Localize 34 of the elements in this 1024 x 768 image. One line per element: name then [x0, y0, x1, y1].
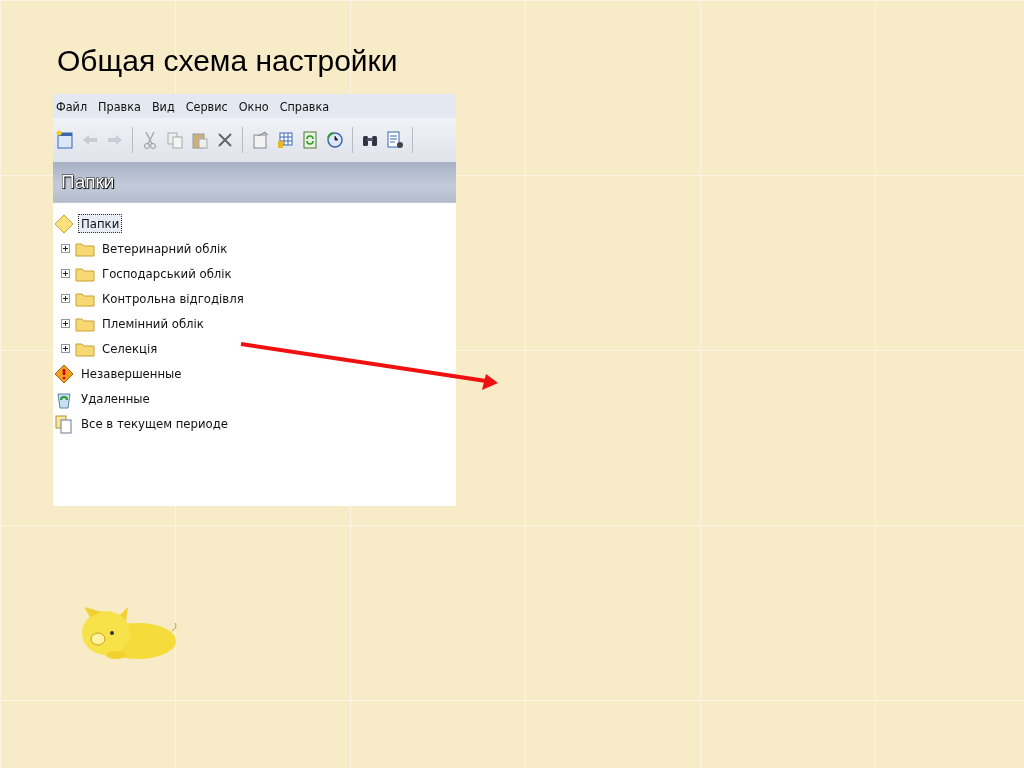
warning-icon: [54, 363, 74, 384]
slide-title: Общая схема настройки: [57, 44, 399, 78]
expand-icon[interactable]: [61, 344, 70, 353]
table-icon[interactable]: [275, 130, 295, 150]
menu-item[interactable]: Вид: [151, 98, 175, 114]
folder-icon: [75, 265, 95, 282]
clock-icon[interactable]: [325, 130, 345, 150]
menu-item[interactable]: Файл: [56, 98, 88, 114]
diamond-icon: [54, 213, 74, 234]
refresh-icon[interactable]: [300, 130, 320, 150]
tree-item[interactable]: Племінний облік: [99, 314, 207, 333]
menu-item[interactable]: Сервис: [185, 98, 228, 114]
tree-item[interactable]: Удаленные: [78, 389, 153, 408]
tree-item[interactable]: Селекція: [99, 339, 161, 358]
folder-icon: [75, 315, 95, 332]
folder-icon: [75, 290, 95, 307]
expand-icon[interactable]: [61, 294, 70, 303]
folder-icon: [75, 340, 95, 357]
tree-item[interactable]: Контрольна відгодівля: [99, 289, 247, 308]
panel-title: Папки: [61, 171, 115, 193]
tree-item[interactable]: Все в текущем периоде: [78, 414, 232, 433]
document-search-icon[interactable]: [385, 130, 405, 150]
new-window-icon[interactable]: [55, 130, 75, 150]
tree-item[interactable]: Незавершенные: [78, 364, 185, 383]
menu-item[interactable]: Окно: [238, 98, 269, 114]
expand-icon[interactable]: [61, 244, 70, 253]
expand-icon[interactable]: [61, 269, 70, 278]
folder-icon: [75, 240, 95, 257]
menu-item[interactable]: Справка: [279, 98, 330, 114]
menu-item[interactable]: Правка: [98, 98, 141, 114]
tree-item[interactable]: Папки: [78, 214, 123, 233]
tree-item[interactable]: Ветеринарний облік: [99, 239, 231, 258]
tree-item[interactable]: Господарський облік: [99, 264, 235, 283]
expand-icon[interactable]: [61, 319, 70, 328]
